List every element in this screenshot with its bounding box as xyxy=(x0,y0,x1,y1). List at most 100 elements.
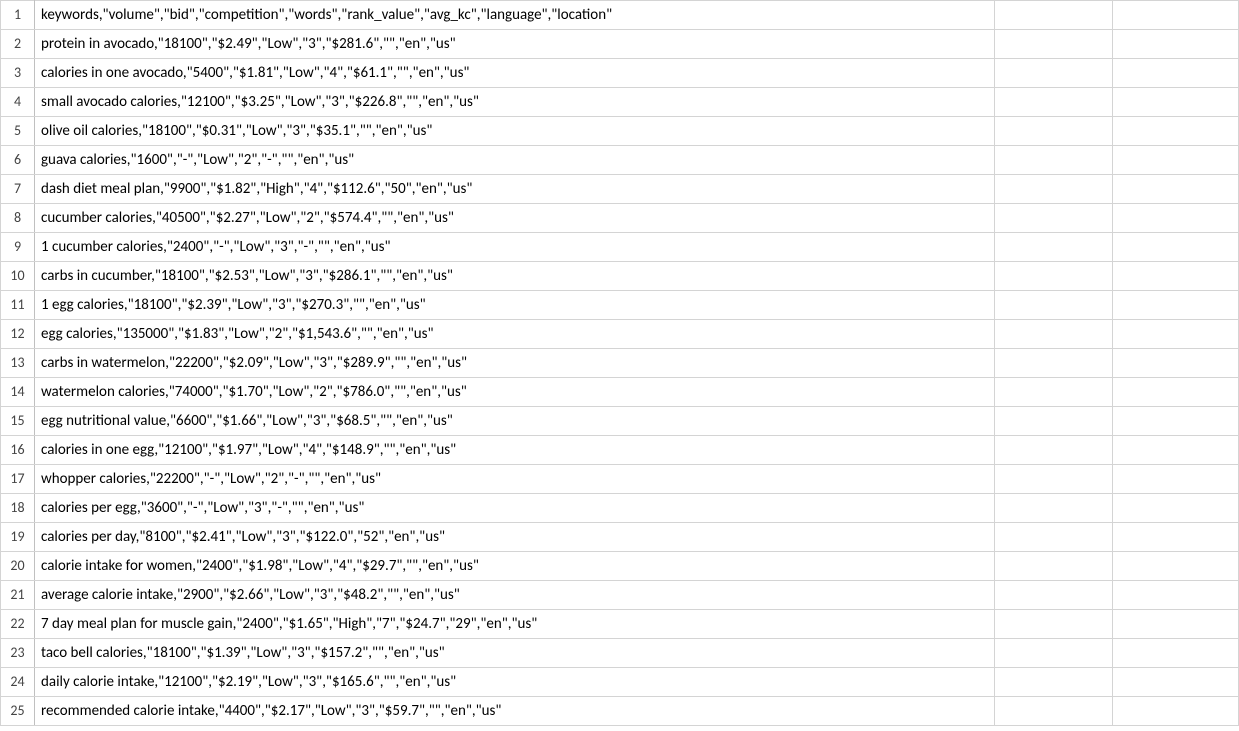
empty-cell[interactable] xyxy=(1113,88,1239,117)
row-number[interactable]: 5 xyxy=(1,117,35,146)
empty-cell[interactable] xyxy=(1113,204,1239,233)
row-number[interactable]: 16 xyxy=(1,436,35,465)
empty-cell[interactable] xyxy=(995,291,1113,320)
cell-content[interactable]: calories in one egg,"12100","$1.97","Low… xyxy=(35,436,995,465)
row-number[interactable]: 21 xyxy=(1,581,35,610)
empty-cell[interactable] xyxy=(1113,146,1239,175)
empty-cell[interactable] xyxy=(1113,175,1239,204)
empty-cell[interactable] xyxy=(995,59,1113,88)
cell-content[interactable]: carbs in watermelon,"22200","$2.09","Low… xyxy=(35,349,995,378)
empty-cell[interactable] xyxy=(1113,233,1239,262)
empty-cell[interactable] xyxy=(1113,1,1239,30)
cell-content[interactable]: dash diet meal plan,"9900","$1.82","High… xyxy=(35,175,995,204)
empty-cell[interactable] xyxy=(995,349,1113,378)
empty-cell[interactable] xyxy=(995,378,1113,407)
cell-content[interactable]: calories in one avocado,"5400","$1.81","… xyxy=(35,59,995,88)
cell-content[interactable]: average calorie intake,"2900","$2.66","L… xyxy=(35,581,995,610)
cell-content[interactable]: recommended calorie intake,"4400","$2.17… xyxy=(35,697,995,726)
row-number[interactable]: 19 xyxy=(1,523,35,552)
cell-content[interactable]: watermelon calories,"74000","$1.70","Low… xyxy=(35,378,995,407)
row-number[interactable]: 2 xyxy=(1,30,35,59)
cell-content[interactable]: calories per egg,"3600","-","Low","3","-… xyxy=(35,494,995,523)
empty-cell[interactable] xyxy=(995,523,1113,552)
cell-content[interactable]: calories per day,"8100","$2.41","Low","3… xyxy=(35,523,995,552)
empty-cell[interactable] xyxy=(1113,610,1239,639)
empty-cell[interactable] xyxy=(1113,30,1239,59)
cell-content[interactable]: small avocado calories,"12100","$3.25","… xyxy=(35,88,995,117)
empty-cell[interactable] xyxy=(995,204,1113,233)
row-number[interactable]: 7 xyxy=(1,175,35,204)
empty-cell[interactable] xyxy=(1113,552,1239,581)
row-number[interactable]: 20 xyxy=(1,552,35,581)
empty-cell[interactable] xyxy=(1113,262,1239,291)
cell-content[interactable]: 1 cucumber calories,"2400","-","Low","3"… xyxy=(35,233,995,262)
cell-content[interactable]: carbs in cucumber,"18100","$2.53","Low",… xyxy=(35,262,995,291)
empty-cell[interactable] xyxy=(1113,697,1239,726)
row-number[interactable]: 11 xyxy=(1,291,35,320)
cell-content[interactable]: olive oil calories,"18100","$0.31","Low"… xyxy=(35,117,995,146)
empty-cell[interactable] xyxy=(995,581,1113,610)
cell-content[interactable]: daily calorie intake,"12100","$2.19","Lo… xyxy=(35,668,995,697)
row-number[interactable]: 22 xyxy=(1,610,35,639)
empty-cell[interactable] xyxy=(1113,523,1239,552)
empty-cell[interactable] xyxy=(1113,581,1239,610)
empty-cell[interactable] xyxy=(1113,117,1239,146)
empty-cell[interactable] xyxy=(995,30,1113,59)
row-number[interactable]: 23 xyxy=(1,639,35,668)
cell-content[interactable]: 7 day meal plan for muscle gain,"2400","… xyxy=(35,610,995,639)
empty-cell[interactable] xyxy=(995,668,1113,697)
cell-content[interactable]: calorie intake for women,"2400","$1.98",… xyxy=(35,552,995,581)
empty-cell[interactable] xyxy=(995,1,1113,30)
empty-cell[interactable] xyxy=(995,610,1113,639)
row-number[interactable]: 17 xyxy=(1,465,35,494)
empty-cell[interactable] xyxy=(1113,436,1239,465)
empty-cell[interactable] xyxy=(1113,291,1239,320)
row-number[interactable]: 24 xyxy=(1,668,35,697)
row-number[interactable]: 1 xyxy=(1,1,35,30)
spreadsheet-grid[interactable]: 1keywords,"volume","bid","competition","… xyxy=(0,0,1239,726)
empty-cell[interactable] xyxy=(995,407,1113,436)
empty-cell[interactable] xyxy=(1113,639,1239,668)
empty-cell[interactable] xyxy=(995,697,1113,726)
cell-content[interactable]: protein in avocado,"18100","$2.49","Low"… xyxy=(35,30,995,59)
cell-content[interactable]: whopper calories,"22200","-","Low","2","… xyxy=(35,465,995,494)
row-number[interactable]: 9 xyxy=(1,233,35,262)
empty-cell[interactable] xyxy=(1113,465,1239,494)
row-number[interactable]: 3 xyxy=(1,59,35,88)
empty-cell[interactable] xyxy=(995,262,1113,291)
row-number[interactable]: 15 xyxy=(1,407,35,436)
row-number[interactable]: 18 xyxy=(1,494,35,523)
cell-content[interactable]: keywords,"volume","bid","competition","w… xyxy=(35,1,995,30)
empty-cell[interactable] xyxy=(995,233,1113,262)
empty-cell[interactable] xyxy=(995,175,1113,204)
row-number[interactable]: 13 xyxy=(1,349,35,378)
empty-cell[interactable] xyxy=(1113,349,1239,378)
row-number[interactable]: 14 xyxy=(1,378,35,407)
row-number[interactable]: 6 xyxy=(1,146,35,175)
cell-content[interactable]: 1 egg calories,"18100","$2.39","Low","3"… xyxy=(35,291,995,320)
empty-cell[interactable] xyxy=(1113,668,1239,697)
cell-content[interactable]: taco bell calories,"18100","$1.39","Low"… xyxy=(35,639,995,668)
row-number[interactable]: 12 xyxy=(1,320,35,349)
cell-content[interactable]: guava calories,"1600","-","Low","2","-",… xyxy=(35,146,995,175)
cell-content[interactable]: cucumber calories,"40500","$2.27","Low",… xyxy=(35,204,995,233)
row-number[interactable]: 25 xyxy=(1,697,35,726)
empty-cell[interactable] xyxy=(995,436,1113,465)
row-number[interactable]: 8 xyxy=(1,204,35,233)
cell-content[interactable]: egg calories,"135000","$1.83","Low","2",… xyxy=(35,320,995,349)
empty-cell[interactable] xyxy=(995,465,1113,494)
empty-cell[interactable] xyxy=(1113,494,1239,523)
empty-cell[interactable] xyxy=(995,117,1113,146)
empty-cell[interactable] xyxy=(995,320,1113,349)
empty-cell[interactable] xyxy=(995,88,1113,117)
cell-content[interactable]: egg nutritional value,"6600","$1.66","Lo… xyxy=(35,407,995,436)
empty-cell[interactable] xyxy=(1113,407,1239,436)
empty-cell[interactable] xyxy=(995,146,1113,175)
row-number[interactable]: 10 xyxy=(1,262,35,291)
empty-cell[interactable] xyxy=(1113,59,1239,88)
empty-cell[interactable] xyxy=(995,494,1113,523)
empty-cell[interactable] xyxy=(1113,320,1239,349)
empty-cell[interactable] xyxy=(1113,378,1239,407)
empty-cell[interactable] xyxy=(995,639,1113,668)
empty-cell[interactable] xyxy=(995,552,1113,581)
